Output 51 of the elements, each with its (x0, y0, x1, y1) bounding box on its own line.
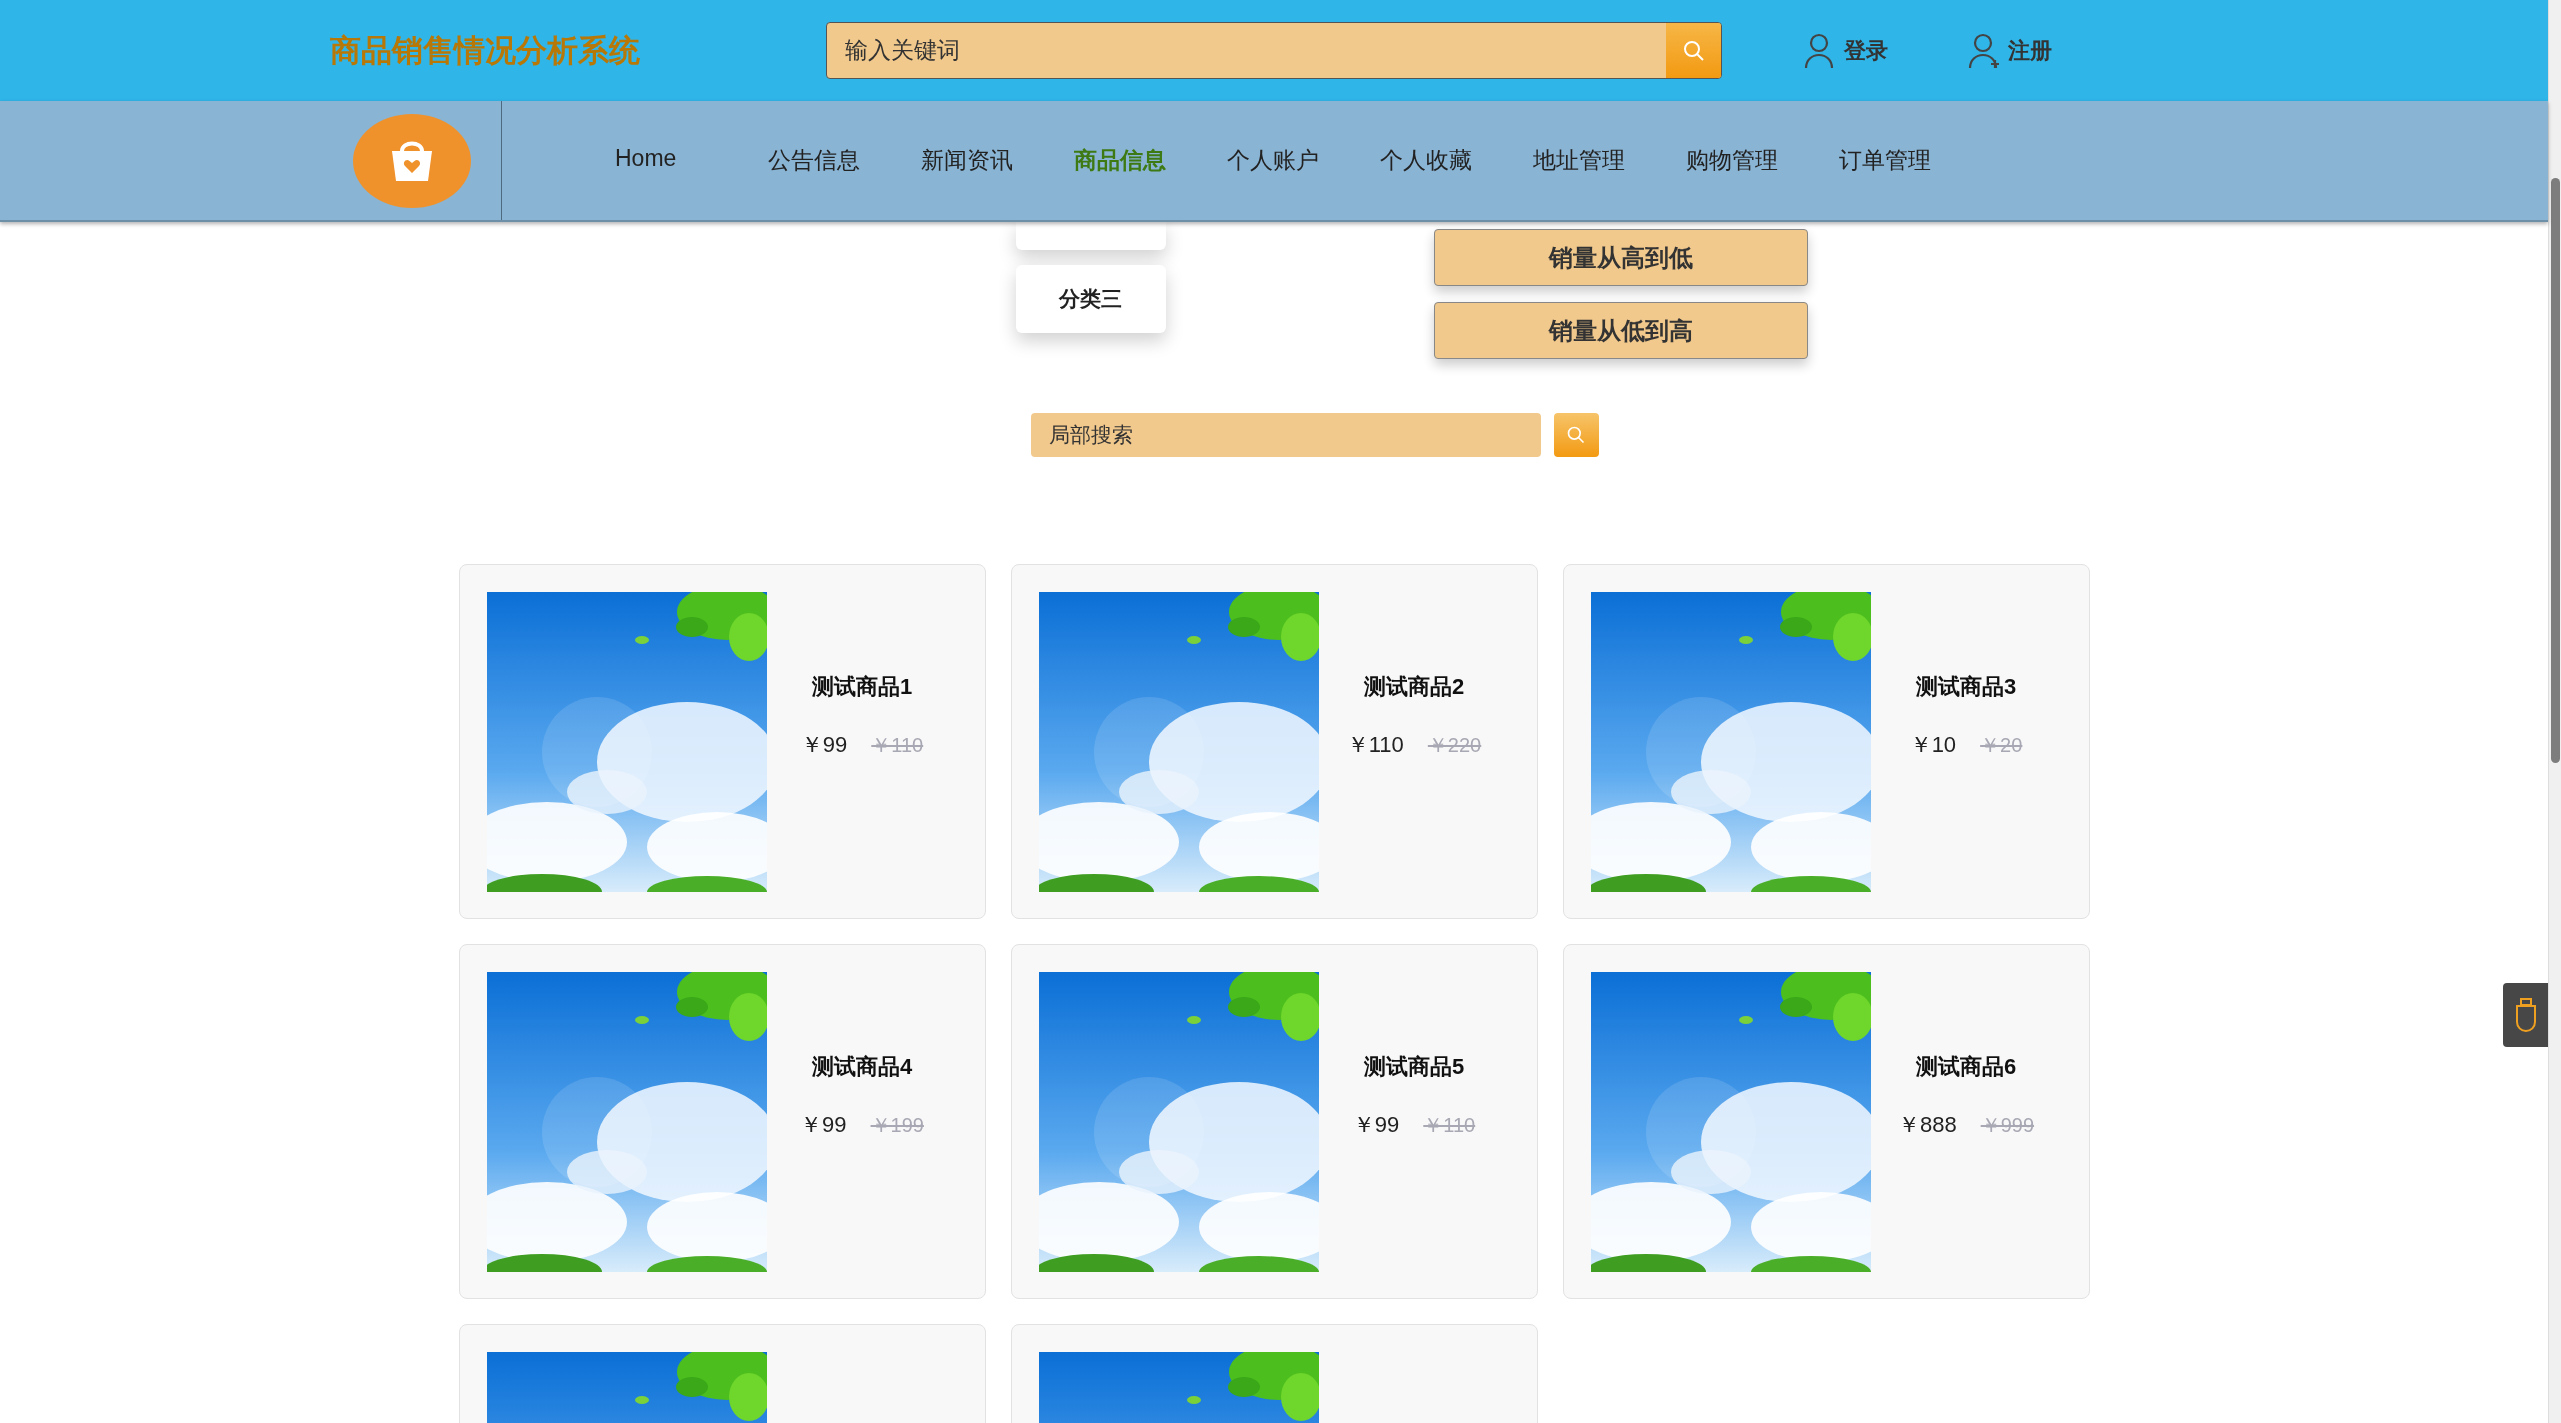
link-label: 登录 (1844, 36, 1888, 65)
original-price: ￥220 (1427, 732, 1482, 758)
nav-link[interactable]: 订单管理 (1839, 137, 1992, 184)
product-card[interactable]: 测试商品4 ￥99 ￥199 (458, 944, 986, 1299)
product-card[interactable]: 测试商品6 ￥888 ￥999 (1562, 944, 2090, 1299)
scrollbar-thumb[interactable] (2551, 178, 2560, 763)
original-price: ￥20 (1980, 732, 2023, 758)
product-name: 测试商品4 (811, 1053, 913, 1081)
search-icon (1566, 425, 1586, 445)
local-search-button[interactable] (1553, 413, 1599, 457)
nav-link[interactable]: 地址管理 (1533, 137, 1686, 184)
category-menu-item[interactable] (1015, 222, 1166, 250)
product-card[interactable]: 测试商品5 ￥99 ￥110 (1010, 944, 1538, 1299)
product-price: ￥99 (800, 1111, 847, 1139)
search-icon (1681, 38, 1706, 63)
product-name: 测试商品3 (1915, 673, 2017, 701)
register-link[interactable]: 注册 (1968, 31, 2052, 70)
side-widget[interactable] (2503, 983, 2548, 1047)
login-link[interactable]: 登录 (1804, 31, 1888, 70)
nav-link[interactable]: 购物管理 (1686, 137, 1839, 184)
add-user-icon (1968, 31, 2002, 70)
nav-link[interactable]: 新闻资讯 (921, 137, 1074, 184)
original-price: ￥110 (871, 732, 924, 758)
sort-button[interactable]: 销量从低到高 (1433, 302, 1808, 359)
product-name: 测试商品2 (1363, 673, 1465, 701)
product-price: ￥99 (800, 731, 848, 759)
link-label: 注册 (2008, 36, 2052, 65)
nav-link[interactable]: 个人收藏 (1380, 137, 1533, 184)
site-title: 商品销售情况分析系统 (329, 31, 641, 70)
usb-drive-icon (2514, 998, 2537, 1032)
original-price: ￥110 (1423, 1112, 1476, 1138)
nav-link[interactable]: 个人账户 (1227, 137, 1380, 184)
product-price: ￥888 (1897, 1111, 1957, 1139)
product-name: 测试商品5 (1363, 1053, 1465, 1081)
sort-button[interactable]: 销量从高到低 (1433, 229, 1808, 286)
search-button[interactable] (1666, 23, 1721, 78)
nav-link[interactable]: Home (615, 137, 768, 184)
product-card[interactable]: 测试商品2 ￥110 ￥220 (1010, 564, 1538, 919)
product-price: ￥110 (1346, 731, 1404, 759)
product-price: ￥99 (1352, 1111, 1400, 1139)
original-price: ￥199 (870, 1112, 924, 1138)
product-price: ￥10 (1909, 731, 1957, 759)
local-search-field[interactable]: 局部搜索 (1030, 413, 1541, 457)
product-name: 测试商品1 (811, 673, 913, 701)
product-name: 测试商品6 (1915, 1053, 2017, 1081)
product-card[interactable]: 测试商品1 ￥99 ￥110 (458, 564, 986, 919)
category-menu-item[interactable]: 分类三 (1015, 265, 1166, 333)
nav-link[interactable]: 公告信息 (768, 137, 921, 184)
product-card[interactable]: 测试商品3 ￥10 ￥20 (1562, 564, 2090, 919)
scrollbar[interactable] (2548, 0, 2561, 1423)
original-price: ￥999 (1980, 1112, 2035, 1138)
